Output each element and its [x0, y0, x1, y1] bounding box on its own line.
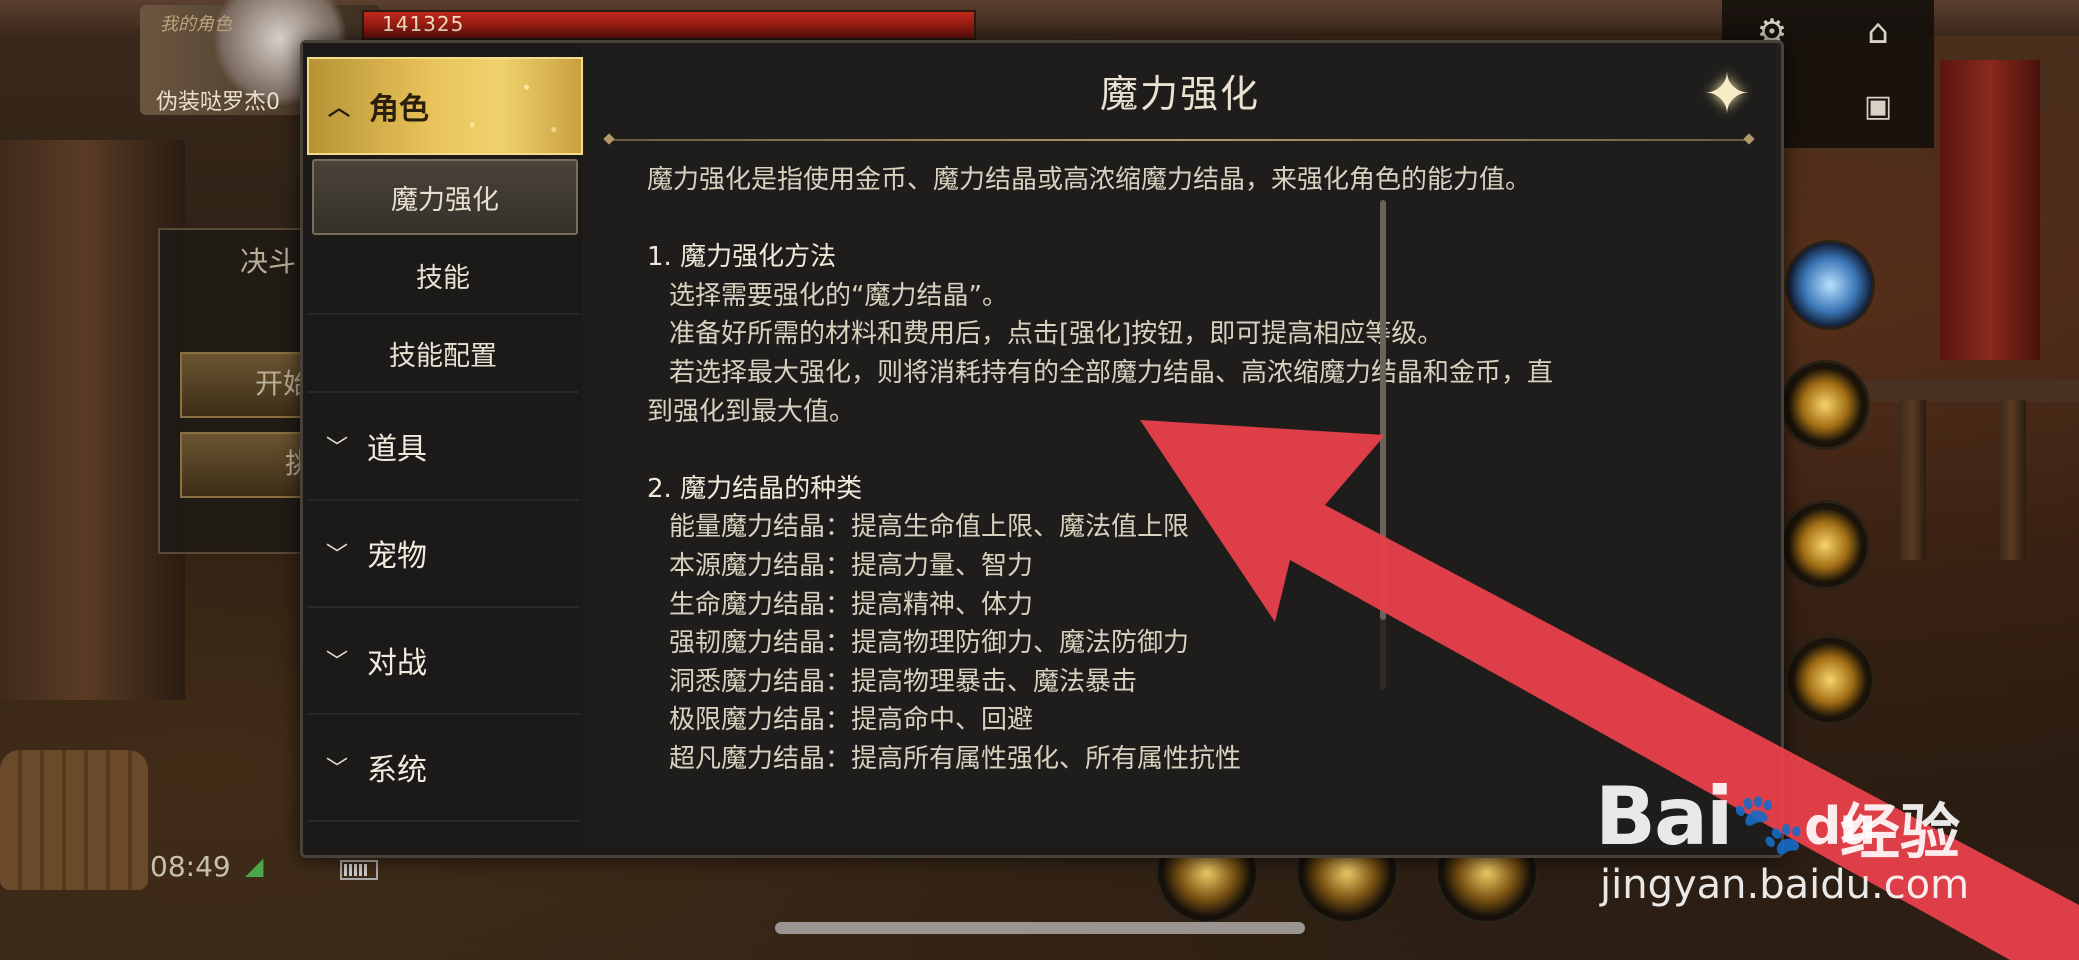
category-character[interactable]: ︿ 角色 [307, 57, 583, 155]
sparkle-close-icon[interactable]: ✦ [1697, 65, 1757, 125]
section-line: 若选择最大强化，则将消耗持有的全部魔力结晶、高浓缩魔力结晶和金币，直 [669, 357, 1554, 388]
section-line: 准备好所需的材料和费用后，点击[强化]按钮，即可提高相应等级。 [669, 319, 1444, 350]
category-system[interactable]: ﹀ 系统 [307, 714, 579, 822]
category-label: 系统 [367, 753, 427, 788]
crystal-type-line: 强韧魔力结晶：提高物理防御力、魔法防御力 [669, 628, 1190, 659]
section-line: 选择需要强化的“魔力结晶”。 [669, 280, 1008, 311]
chevron-down-icon: ﹀ [325, 650, 348, 675]
category-label: 角色 [369, 92, 429, 127]
chevron-down-icon: ﹀ [325, 543, 348, 568]
section-heading: 1. 魔力强化方法 [647, 242, 837, 273]
category-label: 对战 [367, 646, 427, 681]
paw-icon: 🐾 [1731, 789, 1806, 859]
help-dialog: ︿ 角色 魔力强化 技能 技能配置 ﹀ 道具 ﹀ 宠物 ﹀ 对战 ﹀ 系统 魔力… [300, 40, 1784, 858]
skill-button[interactable] [1785, 240, 1875, 330]
category-label: 道具 [367, 432, 427, 467]
help-content: 魔力强化 ✦ 魔力强化是指使用金币、魔力结晶或高浓缩魔力结晶，来强化角色的能力值… [585, 43, 1775, 849]
crystal-type-line: 生命魔力结晶：提高精神、体力 [669, 589, 1034, 620]
watermark-cn: 经验 [1840, 798, 1960, 868]
clock-time: 08:49 [150, 850, 231, 883]
section-heading: 2. 魔力结晶的种类 [647, 473, 863, 504]
chevron-down-icon: ﹀ [325, 436, 348, 461]
barrel [0, 750, 148, 890]
crystal-type-line: 超凡魔力结晶：提高所有属性强化、所有属性抗性 [669, 743, 1242, 774]
watermark-logo: Bai🐾du [1595, 770, 1876, 863]
category-items[interactable]: ﹀ 道具 [307, 393, 579, 501]
battery-icon [340, 860, 378, 880]
subitem-label: 技能 [416, 262, 470, 294]
home-icon[interactable]: ⌂ [1856, 10, 1900, 54]
skill-button[interactable] [1780, 500, 1870, 590]
wifi-icon: ◢ [245, 852, 264, 880]
skill-button[interactable] [1780, 360, 1870, 450]
home-indicator[interactable] [775, 922, 1305, 934]
subitem-label: 技能配置 [389, 340, 497, 372]
hp-value: 141325 [382, 12, 465, 36]
intro-text: 魔力强化是指使用金币、魔力结晶或高浓缩魔力结晶，来强化角色的能力值。 [647, 165, 1532, 195]
background-pillar [2000, 400, 2026, 560]
help-text: 魔力强化是指使用金币、魔力结晶或高浓缩魔力结晶，来强化角色的能力值。 1. 魔力… [647, 161, 1647, 779]
category-pets[interactable]: ﹀ 宠物 [307, 500, 579, 608]
background-pillar [1940, 60, 2040, 360]
baidu-watermark: Bai🐾du 经验 jingyan.baidu.com [1595, 760, 1995, 910]
category-battle[interactable]: ﹀ 对战 [307, 607, 579, 715]
section-line: 到强化到最大值。 [647, 396, 856, 427]
chevron-down-icon: ﹀ [325, 757, 348, 782]
subitem-skills[interactable]: 技能 [307, 237, 579, 315]
chevron-up-icon: ︿ [327, 96, 350, 121]
background-duel-label: 决斗 [240, 245, 297, 278]
subitem-magic-enhance[interactable]: 魔力强化 [312, 159, 578, 235]
skill-button[interactable] [1785, 635, 1875, 725]
background-pillar [1900, 400, 1926, 560]
help-sidebar: ︿ 角色 魔力强化 技能 技能配置 ﹀ 道具 ﹀ 宠物 ﹀ 对战 ﹀ 系统 [303, 43, 583, 849]
subitem-skill-config[interactable]: 技能配置 [307, 315, 579, 393]
crystal-type-line: 本源魔力结晶：提高力量、智力 [669, 550, 1034, 581]
crystal-type-line: 洞悉魔力结晶：提高物理暴击、魔法暴击 [669, 666, 1138, 697]
dialog-title: 魔力强化 [1099, 72, 1260, 116]
toolbox-icon[interactable]: ▣ [1856, 84, 1900, 128]
title-divider [609, 139, 1749, 141]
crystal-type-line: 极限魔力结晶：提高命中、回避 [669, 705, 1034, 736]
watermark-url: jingyan.baidu.com [1600, 862, 1970, 908]
role-tag: 我的角色 [160, 14, 232, 35]
scrollbar-thumb[interactable] [1380, 200, 1386, 620]
category-label: 宠物 [367, 539, 427, 574]
player-name: 伪装哒罗杰0 [156, 90, 280, 115]
subitem-label: 魔力强化 [391, 184, 499, 216]
crystal-type-line: 能量魔力结晶：提高生命值上限、魔法值上限 [669, 512, 1190, 543]
